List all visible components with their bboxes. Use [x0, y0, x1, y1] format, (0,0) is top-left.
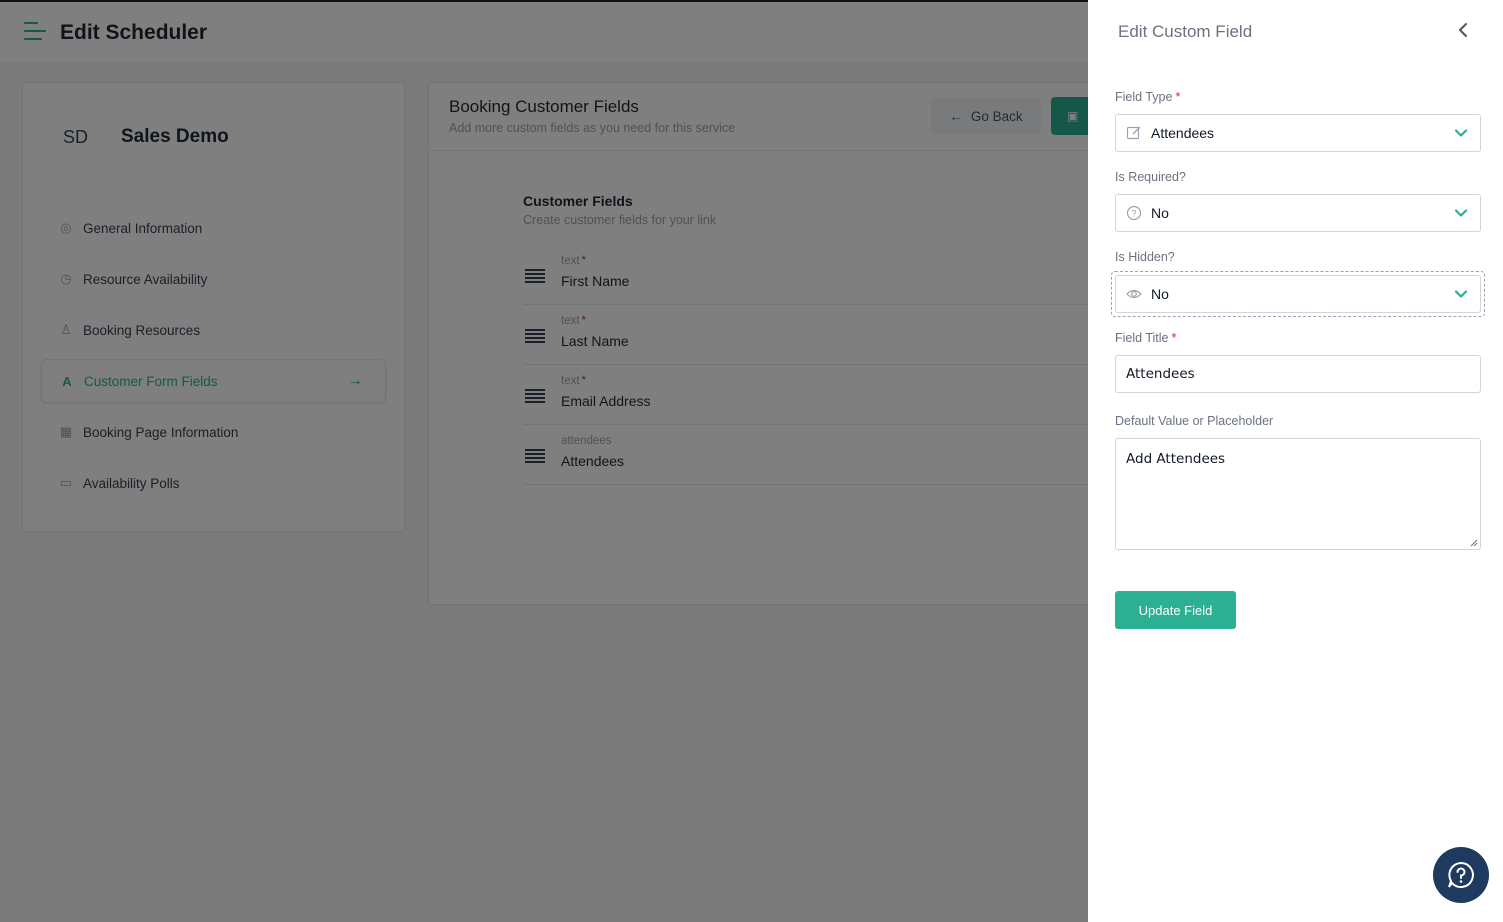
field-type-value: Attendees: [1151, 125, 1215, 141]
chevron-down-icon: [1454, 290, 1468, 298]
panel-title: Edit Custom Field: [1118, 22, 1253, 41]
field-title-label: Field Title *: [1115, 331, 1177, 345]
default-value-label: Default Value or Placeholder: [1115, 414, 1274, 428]
edit-custom-field-panel: Edit Custom Field Field Type * Attendees …: [1088, 0, 1503, 922]
is-hidden-value: No: [1151, 286, 1169, 302]
is-hidden-label: Is Hidden?: [1115, 250, 1175, 264]
update-field-button[interactable]: Update Field: [1115, 591, 1236, 629]
svg-text:?: ?: [1131, 209, 1136, 219]
is-required-label: Is Required?: [1115, 170, 1186, 184]
field-type-label: Field Type *: [1115, 90, 1181, 104]
question-circle-icon: ?: [1126, 205, 1142, 221]
is-hidden-select[interactable]: No: [1115, 275, 1481, 313]
eye-icon: [1126, 286, 1142, 302]
resize-grip-icon[interactable]: [1470, 539, 1478, 547]
default-value-textarea[interactable]: Add Attendees: [1115, 438, 1481, 550]
is-required-select[interactable]: ? No: [1115, 194, 1481, 232]
modal-backdrop[interactable]: [0, 0, 1088, 922]
chevron-left-icon[interactable]: [1454, 22, 1472, 42]
default-value-text: Add Attendees: [1126, 451, 1226, 467]
field-title-input[interactable]: Attendees: [1115, 355, 1481, 393]
chevron-down-icon: [1454, 209, 1468, 217]
chevron-down-icon: [1454, 129, 1468, 137]
edit-icon: [1126, 125, 1142, 141]
help-chat-button[interactable]: [1433, 847, 1489, 903]
field-type-select[interactable]: Attendees: [1115, 114, 1481, 152]
is-required-value: No: [1151, 205, 1169, 221]
help-bubble-icon: [1448, 861, 1474, 888]
